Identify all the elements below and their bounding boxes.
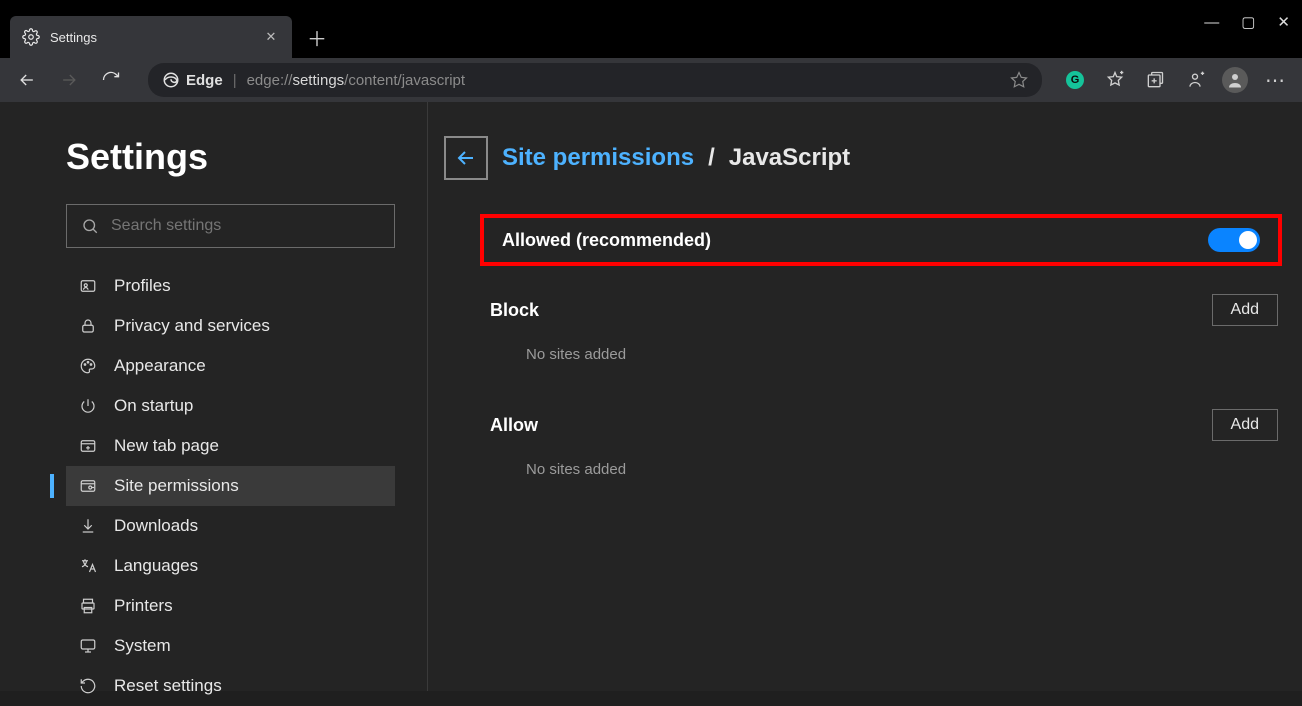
breadcrumb: Site permissions / JavaScript [444, 136, 1286, 180]
window-maximize[interactable]: ▢ [1241, 13, 1255, 31]
add-allow-button[interactable]: Add [1212, 409, 1278, 441]
permissions-icon [78, 477, 98, 495]
palette-icon [78, 357, 98, 375]
sidebar-item-privacy[interactable]: Privacy and services [66, 306, 395, 346]
content-area: Site permissions / JavaScript Allowed (r… [428, 102, 1302, 691]
tab-settings[interactable]: Settings ✕ [10, 16, 292, 58]
sidebar-item-system[interactable]: System [66, 626, 395, 666]
reset-icon [78, 677, 98, 695]
system-icon [78, 637, 98, 655]
allowed-toggle[interactable] [1208, 228, 1260, 252]
collections-button[interactable] [1136, 62, 1174, 98]
window-close[interactable]: ✕ [1277, 13, 1290, 31]
tab-title: Settings [50, 30, 252, 45]
window-minimize[interactable]: — [1204, 14, 1219, 31]
newtab-icon [78, 437, 98, 455]
sidebar-item-label: System [114, 636, 171, 656]
allowed-label: Allowed (recommended) [502, 230, 711, 251]
sidebar-item-label: Appearance [114, 356, 206, 376]
block-section-title: Block [490, 300, 539, 321]
power-icon [78, 397, 98, 415]
sidebar-item-label: Languages [114, 556, 198, 576]
address-url: edge://settings/content/javascript [247, 72, 465, 89]
close-tab-icon[interactable]: ✕ [262, 29, 280, 45]
profile-card-icon [78, 277, 98, 295]
grammarly-extension[interactable]: G [1056, 62, 1094, 98]
lock-icon [78, 317, 98, 335]
sidebar-item-sitepermissions[interactable]: Site permissions [66, 466, 395, 506]
sidebar-item-label: Downloads [114, 516, 198, 536]
sidebar-item-reset[interactable]: Reset settings [66, 666, 395, 706]
allow-section-title: Allow [490, 415, 538, 436]
window-controls: — ▢ ✕ [1194, 0, 1300, 44]
breadcrumb-link-sitepermissions[interactable]: Site permissions [502, 144, 694, 172]
language-icon [78, 557, 98, 575]
allow-empty-text: No sites added [526, 461, 1286, 478]
page-title: Settings [66, 136, 395, 178]
search-icon [81, 217, 99, 235]
address-bar[interactable]: Edge | edge://settings/content/javascrip… [148, 63, 1042, 97]
forward-button [50, 62, 88, 98]
printer-icon [78, 597, 98, 615]
sidebar-item-label: Printers [114, 596, 173, 616]
breadcrumb-current: JavaScript [729, 144, 850, 172]
download-icon [78, 517, 98, 535]
new-tab-button[interactable]: ＋ [300, 20, 334, 54]
profile-switch-button[interactable] [1176, 62, 1214, 98]
sidebar-item-label: Privacy and services [114, 316, 270, 336]
favorite-star-icon[interactable] [1010, 71, 1028, 89]
settings-sidebar: Settings Profiles Privacy and services A… [0, 102, 428, 691]
tab-strip: Settings ✕ ＋ — ▢ ✕ [0, 8, 1302, 58]
breadcrumb-separator: / [708, 144, 715, 172]
sidebar-item-appearance[interactable]: Appearance [66, 346, 395, 386]
profile-avatar[interactable] [1216, 62, 1254, 98]
sidebar-item-printers[interactable]: Printers [66, 586, 395, 626]
sidebar-item-startup[interactable]: On startup [66, 386, 395, 426]
sidebar-item-label: New tab page [114, 436, 219, 456]
block-empty-text: No sites added [526, 346, 1286, 363]
allowed-setting-row: Allowed (recommended) [480, 214, 1282, 266]
favorites-button[interactable] [1096, 62, 1134, 98]
sidebar-item-downloads[interactable]: Downloads [66, 506, 395, 546]
sidebar-item-label: Profiles [114, 276, 171, 296]
sidebar-item-label: Site permissions [114, 476, 239, 496]
more-menu-button[interactable]: ⋯ [1256, 62, 1294, 98]
sidebar-item-label: On startup [114, 396, 193, 416]
sidebar-item-label: Reset settings [114, 676, 222, 696]
address-product: Edge [186, 72, 223, 89]
navigation-bar: Edge | edge://settings/content/javascrip… [0, 58, 1302, 102]
gear-icon [22, 28, 40, 46]
sidebar-item-languages[interactable]: Languages [66, 546, 395, 586]
search-settings-input[interactable] [66, 204, 395, 248]
sidebar-item-newtab[interactable]: New tab page [66, 426, 395, 466]
edge-logo-icon: Edge [162, 71, 223, 89]
breadcrumb-back-button[interactable] [444, 136, 488, 180]
sidebar-item-profiles[interactable]: Profiles [66, 266, 395, 306]
back-button[interactable] [8, 62, 46, 98]
refresh-button[interactable] [92, 62, 130, 98]
add-block-button[interactable]: Add [1212, 294, 1278, 326]
